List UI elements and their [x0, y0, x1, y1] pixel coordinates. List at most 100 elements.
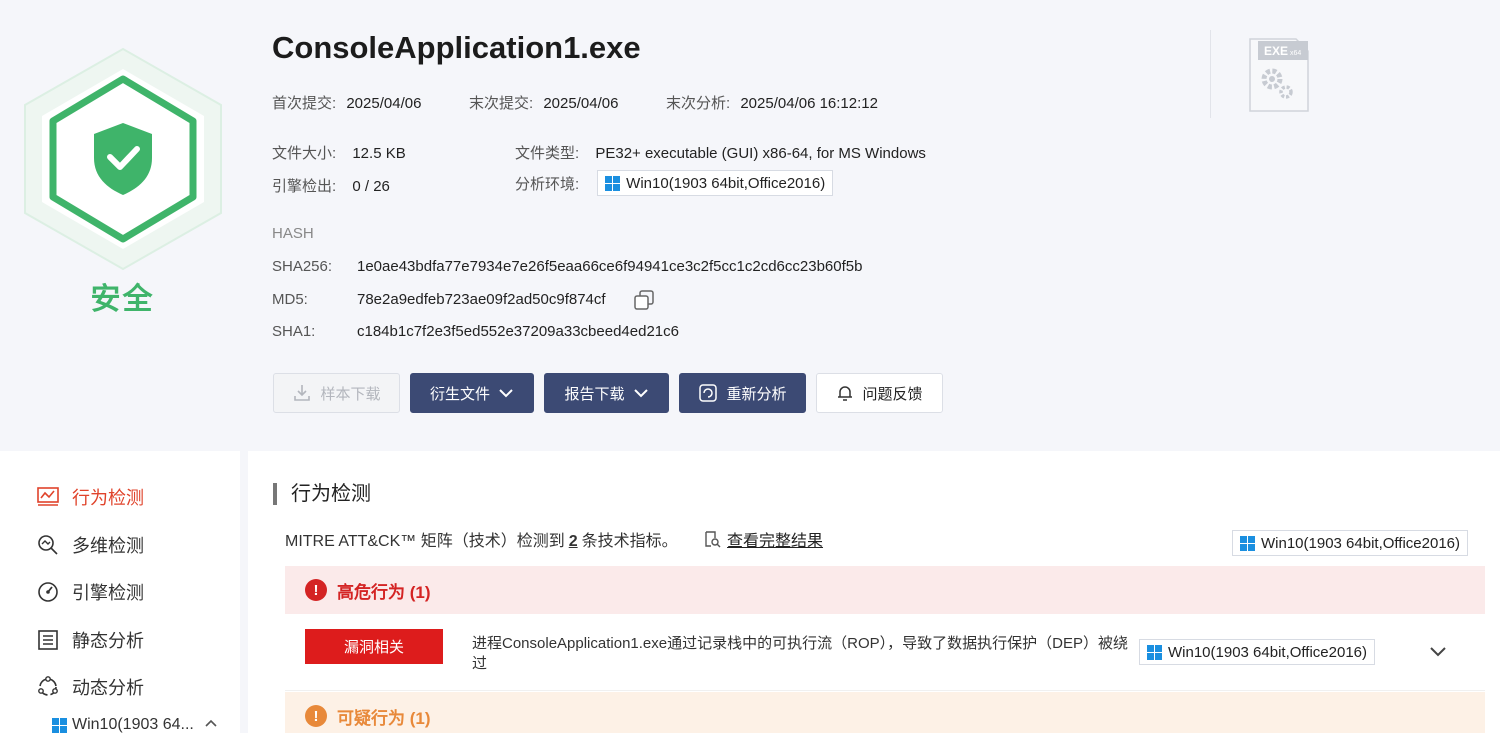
safe-shield-badge-icon [24, 47, 222, 271]
suspicious-label: 可疑行为 (1) [337, 708, 431, 728]
high-risk-header[interactable]: ! 高危行为 (1) [285, 566, 1485, 614]
windows-icon [1240, 535, 1255, 551]
last-submit-value: 2025/04/06 [543, 95, 619, 112]
download-icon [294, 385, 311, 401]
view-full-result-link[interactable]: 查看完整结果 [703, 527, 823, 551]
reanalyze-label: 重新分析 [726, 385, 787, 403]
analysis-env-tag: Win10(1903 64bit,Office2016) [597, 170, 834, 196]
file-size-value: 12.5 KB [352, 145, 406, 162]
last-submit-label: 末次提交: [469, 95, 534, 112]
sha1-label: SHA1: [272, 323, 316, 340]
windows-icon [1147, 644, 1162, 660]
sha256-row: SHA256: [272, 258, 332, 275]
analysis-env-value: Win10(1903 64bit,Office2016) [626, 174, 826, 192]
sidebar-item-label: 静态分析 [72, 631, 144, 651]
last-analysis-value: 2025/04/06 16:12:12 [740, 95, 878, 112]
file-name-title: ConsoleApplication1.exe [272, 30, 641, 65]
file-size-row: 文件大小: 12.5 KB [272, 142, 406, 163]
last-analysis-row: 末次分析: 2025/04/06 16:12:12 [666, 92, 878, 113]
gauge-icon [38, 582, 58, 602]
alert-icon: ! [305, 705, 327, 727]
bell-icon [838, 386, 853, 401]
submission-dates: 首次提交: 2025/04/06 [272, 92, 421, 113]
chevron-up-icon[interactable] [204, 718, 218, 728]
md5-value[interactable]: 78e2a9edfeb723ae09f2ad50c9f874cf [357, 291, 606, 308]
sha1-row: SHA1: [272, 323, 315, 340]
md5-row: MD5: [272, 291, 308, 308]
sha256-label: SHA256: [272, 258, 333, 275]
analysis-env-row: 分析环境: Win10(1903 64bit,Office2016) [515, 170, 834, 196]
engine-detection-label: 引擎检出: [272, 178, 337, 195]
sidebar-item-label: 多维检测 [72, 536, 144, 556]
md5-label: MD5: [272, 291, 308, 308]
sha1-value[interactable]: c184b1c7f2e3f5ed552e37209a33cbeed4ed21c6 [357, 323, 679, 340]
verdict-label: 安全 [90, 282, 155, 317]
file-type-value: PE32+ executable (GUI) x86-64, for MS Wi… [595, 145, 926, 162]
file-type-label: 文件类型: [515, 145, 580, 162]
behavior-description: 进程ConsoleApplication1.exe通过记录栈中的可执行流（ROP… [472, 635, 1128, 672]
feedback-label: 问题反馈 [862, 385, 923, 403]
suspicious-header[interactable]: ! 可疑行为 (1) [285, 692, 1485, 733]
file-type-row: 文件类型: PE32+ executable (GUI) x86-64, for… [515, 142, 926, 163]
windows-icon [605, 175, 621, 191]
high-risk-label: 高危行为 (1) [337, 582, 431, 602]
exe-file-icon: EXE x64 [1249, 38, 1309, 112]
list-doc-icon [38, 630, 58, 650]
sidebar-item-label: 行为检测 [72, 488, 144, 508]
reanalyze-button[interactable]: 重新分析 [679, 373, 806, 413]
vulnerability-tag: 漏洞相关 [305, 629, 443, 664]
sidebar-item-multi[interactable]: 多维检测 [36, 532, 144, 558]
last-analysis-label: 末次分析: [666, 95, 731, 112]
windows-icon [52, 717, 67, 733]
mitre-count: 2 [568, 533, 578, 550]
section-title: 行为检测 [273, 483, 371, 505]
sidebar-item-engine[interactable]: 引擎检测 [36, 579, 144, 605]
sha256-value[interactable]: 1e0ae43bdfa77e7934e7e26f5eaa66ce6f94941c… [357, 258, 862, 275]
chevron-down-icon[interactable] [1429, 646, 1447, 658]
mitre-prefix: MITRE ATT&CK™ 矩阵（技术）检测到 [285, 533, 565, 550]
mitre-summary: MITRE ATT&CK™ 矩阵（技术）检测到 2 条技术指标。 [285, 527, 678, 551]
entry-env-value: Win10(1903 64bit,Office2016) [1168, 643, 1368, 661]
sidebar-subitem-label: Win10(1903 64... [72, 716, 194, 733]
refresh-icon [699, 384, 718, 402]
sidebar-item-static[interactable]: 静态分析 [36, 627, 144, 653]
view-full-result-label: 查看完整结果 [727, 533, 824, 550]
report-download-button[interactable]: 报告下载 [544, 373, 669, 413]
sidebar-item-dynamic[interactable]: 动态分析 [36, 674, 144, 700]
entry-env-tag: Win10(1903 64bit,Office2016) [1139, 639, 1376, 665]
feedback-button[interactable]: 问题反馈 [816, 373, 943, 413]
engine-detection-row: 引擎检出: 0 / 26 [272, 175, 390, 196]
report-download-label: 报告下载 [564, 385, 625, 403]
sidebar-item-label: 引擎检测 [72, 583, 144, 603]
sidebar-subitem-env[interactable]: Win10(1903 64... [52, 716, 194, 733]
first-submit-value: 2025/04/06 [346, 95, 422, 112]
hash-title: HASH [272, 225, 314, 242]
engine-detection-value: 0 / 26 [352, 178, 390, 195]
file-summary-header: 安全 ConsoleApplication1.exe 首次提交: 2025/04… [0, 0, 1500, 450]
report-search-icon [705, 531, 721, 548]
download-sample-button[interactable]: 样本下载 [273, 373, 400, 413]
main-env-value: Win10(1903 64bit,Office2016) [1261, 534, 1461, 552]
analysis-env-label: 分析环境: [515, 175, 580, 193]
derived-files-label: 衍生文件 [429, 385, 490, 403]
mitre-suffix: 条技术指标。 [581, 533, 678, 550]
alert-icon: ! [305, 579, 327, 601]
download-sample-label: 样本下载 [320, 385, 381, 403]
multi-search-icon [38, 535, 58, 555]
first-submit-label: 首次提交: [272, 95, 337, 112]
main-env-tag: Win10(1903 64bit,Office2016) [1232, 530, 1469, 556]
derived-files-button[interactable]: 衍生文件 [410, 373, 534, 413]
file-size-label: 文件大小: [272, 145, 337, 162]
behavior-entry-row[interactable]: 漏洞相关 进程ConsoleApplication1.exe通过记录栈中的可执行… [285, 614, 1485, 691]
cycle-icon [38, 676, 58, 696]
header-divider [1210, 30, 1211, 118]
sidebar-item-label: 动态分析 [72, 678, 144, 698]
exe-badge-text: EXE [1264, 44, 1288, 58]
chevron-down-icon [499, 389, 513, 398]
copy-icon[interactable] [633, 290, 655, 310]
sidebar-item-behavior[interactable]: 行为检测 [36, 484, 144, 510]
last-submit-row: 末次提交: 2025/04/06 [469, 92, 618, 113]
chevron-down-icon [633, 389, 648, 398]
exe-arch-text: x64 [1290, 50, 1301, 57]
monitor-chart-icon [37, 487, 59, 506]
